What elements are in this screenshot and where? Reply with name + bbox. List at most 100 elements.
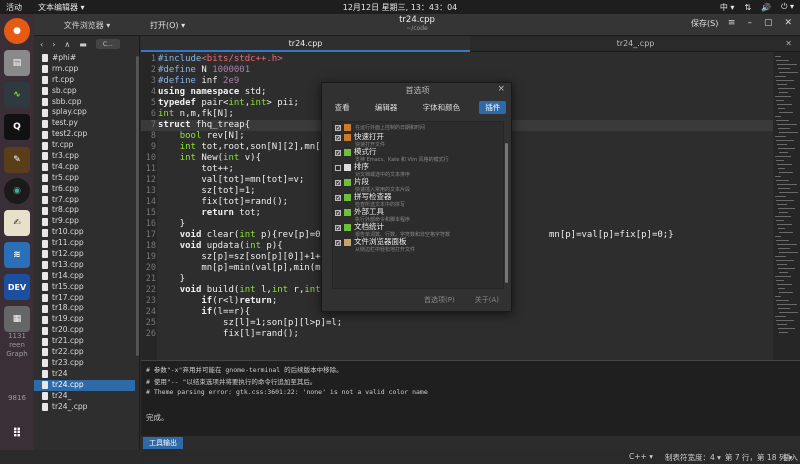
file-item[interactable]: tr11.cpp	[34, 238, 135, 249]
power-menu[interactable]: ⏻ ▾	[781, 2, 794, 12]
monitor-icon[interactable]: ≋	[4, 242, 30, 268]
minimize-icon[interactable]: –	[747, 18, 752, 28]
close-icon[interactable]: ✕	[784, 18, 792, 28]
minimap[interactable]	[773, 52, 800, 360]
file-item[interactable]: tr14.cpp	[34, 271, 135, 282]
plugin-row[interactable]: ✓ 快速打开 快速打开文件	[333, 132, 503, 148]
app-menu[interactable]: 文本编辑器 ▾	[38, 2, 85, 13]
plugin-checkbox[interactable]: ✓	[335, 210, 341, 217]
file-item[interactable]: tr24_.cpp	[34, 402, 135, 413]
location-combo[interactable]: C...	[95, 39, 120, 49]
file-item[interactable]: rt.cpp	[34, 75, 135, 86]
code-line[interactable]: 1 #include<bits/stdc++.h>	[141, 54, 773, 65]
file-item[interactable]: tr7.cpp	[34, 195, 135, 206]
file-item[interactable]: tr22.cpp	[34, 347, 135, 358]
file-item[interactable]: tr9.cpp	[34, 216, 135, 227]
file-item[interactable]: #phi#	[34, 53, 135, 64]
volume-icon[interactable]: 🔊	[761, 3, 771, 12]
tab-plugins[interactable]: 插件	[479, 101, 507, 114]
plugin-row[interactable]: ✓ 拼写检查器 检查所选文本中的拼写	[333, 192, 503, 208]
chrome-icon[interactable]: ◉	[4, 178, 30, 204]
tab-view[interactable]: 查看	[329, 101, 356, 114]
up-icon[interactable]: ∧	[64, 40, 70, 49]
text-editor-icon[interactable]: ✍	[4, 210, 30, 236]
file-item[interactable]: tr19.cpp	[34, 314, 135, 325]
plugin-preferences-button[interactable]: 首选项(P)	[424, 295, 455, 307]
activities-button[interactable]: 活动	[6, 2, 22, 13]
file-item[interactable]: tr12.cpp	[34, 249, 135, 260]
code-line[interactable]: 2 #define N 1000001	[141, 65, 773, 76]
file-item[interactable]: tr8.cpp	[34, 205, 135, 216]
qq-icon[interactable]: Q	[4, 114, 30, 140]
maximize-icon[interactable]: ▢	[764, 18, 773, 28]
file-item[interactable]: sb.cpp	[34, 86, 135, 97]
file-item[interactable]: tr3.cpp	[34, 151, 135, 162]
code-line[interactable]: 26 fix[l]=rand();	[141, 329, 773, 340]
file-item[interactable]: tr17.cpp	[34, 293, 135, 304]
system-monitor-icon[interactable]: ∿	[4, 82, 30, 108]
file-item[interactable]: rm.cpp	[34, 64, 135, 75]
plugin-checkbox[interactable]: ✓	[335, 195, 341, 202]
plugin-row[interactable]: ✓ 文件浏览器面板 从侧边栏中轻松地打开文件	[333, 237, 503, 253]
tab-width-selector[interactable]: 制表符宽度：4 ▾	[665, 452, 721, 463]
tab-tr24-underscore-cpp[interactable]: tr24_.cpp ✕	[471, 36, 800, 52]
plugin-about-button[interactable]: 关于(A)	[475, 295, 499, 307]
line-number: 13	[145, 186, 156, 196]
tab-tr24-cpp[interactable]: tr24.cpp	[141, 36, 470, 52]
file-item[interactable]: test.py	[34, 118, 135, 129]
file-item[interactable]: sbb.cpp	[34, 97, 135, 108]
code-line[interactable]: 25 sz[l]=1;son[p][l>p]=l;	[141, 318, 773, 329]
plugin-checkbox[interactable]: ✓	[335, 150, 341, 157]
plugin-scrollbar[interactable]	[505, 143, 508, 283]
firefox-icon[interactable]: ●	[4, 18, 30, 44]
network-icon[interactable]: ⇅	[744, 3, 751, 12]
file-item[interactable]: tr23.cpp	[34, 358, 135, 369]
plugin-checkbox[interactable]: ✓	[335, 125, 341, 132]
plugin-checkbox[interactable]: ✓	[335, 180, 341, 187]
tab-font-color[interactable]: 字体和颜色	[417, 101, 467, 114]
plugin-checkbox[interactable]: ✓	[335, 225, 341, 232]
file-item[interactable]: tr24	[34, 369, 135, 380]
tab-close-icon[interactable]: ✕	[785, 36, 792, 51]
tool-output-tab[interactable]: 工具输出	[143, 437, 183, 449]
file-item[interactable]: tr4.cpp	[34, 162, 135, 173]
files-icon[interactable]: ▤	[4, 50, 30, 76]
file-item[interactable]: splay.cpp	[34, 107, 135, 118]
save-button[interactable]: 保存(S)	[691, 18, 718, 29]
clock[interactable]: 12月12日 星期三, 13：43：04	[343, 2, 458, 13]
plugin-row[interactable]: ✓ 在运行外面上控制的日期和时间	[333, 122, 503, 132]
folder-icon[interactable]: ▬	[79, 40, 87, 49]
plugin-checkbox[interactable]: ✓	[335, 135, 341, 142]
hamburger-menu-icon[interactable]: ≡	[728, 18, 736, 28]
tools-icon[interactable]: ✎	[4, 147, 30, 173]
plugin-row[interactable]: ✓ 片段 快速插入常用的文本片段	[333, 177, 503, 193]
file-item[interactable]: tr10.cpp	[34, 227, 135, 238]
plugin-row[interactable]: ✓ 外部工具 执行外部命令和脚本程序	[333, 207, 503, 223]
plugin-checkbox[interactable]	[335, 165, 341, 171]
file-item[interactable]: tr20.cpp	[34, 325, 135, 336]
file-item[interactable]: tr15.cpp	[34, 282, 135, 293]
plugin-row[interactable]: 排序 对文档或选中的文本排序	[333, 162, 503, 178]
file-item[interactable]: tr21.cpp	[34, 336, 135, 347]
back-icon[interactable]: ‹	[40, 40, 43, 49]
dialog-close-icon[interactable]: ×	[497, 84, 505, 94]
app-grid-icon[interactable]: ⠿	[4, 420, 30, 446]
devcpp-icon[interactable]: DEV	[4, 274, 30, 300]
file-item[interactable]: tr.cpp	[34, 140, 135, 151]
file-item[interactable]: test2.cpp	[34, 129, 135, 140]
plugin-row[interactable]: ✓ 文档统计 报告单词数、行数、字符数和非空格字符数	[333, 222, 503, 238]
file-item[interactable]: tr6.cpp	[34, 184, 135, 195]
input-method-indicator[interactable]: 中 ▾	[720, 2, 735, 13]
file-item[interactable]: tr5.cpp	[34, 173, 135, 184]
forward-icon[interactable]: ›	[52, 40, 55, 49]
file-item[interactable]: tr18.cpp	[34, 303, 135, 314]
plugin-checkbox[interactable]: ✓	[335, 240, 341, 247]
file-item[interactable]: tr24.cpp	[34, 379, 135, 391]
calculator-icon[interactable]: ▦	[4, 306, 30, 332]
language-selector[interactable]: C++ ▾	[629, 452, 653, 461]
plugin-row[interactable]: ✓ 模式行 支持 Emacs、Kate 和 Vim 风格的模式行	[333, 147, 503, 163]
file-item[interactable]: tr13.cpp	[34, 260, 135, 271]
tab-editor[interactable]: 编辑器	[369, 101, 404, 114]
file-item[interactable]: tr24_	[34, 391, 135, 402]
sidebar-scrollbar[interactable]	[136, 56, 139, 356]
